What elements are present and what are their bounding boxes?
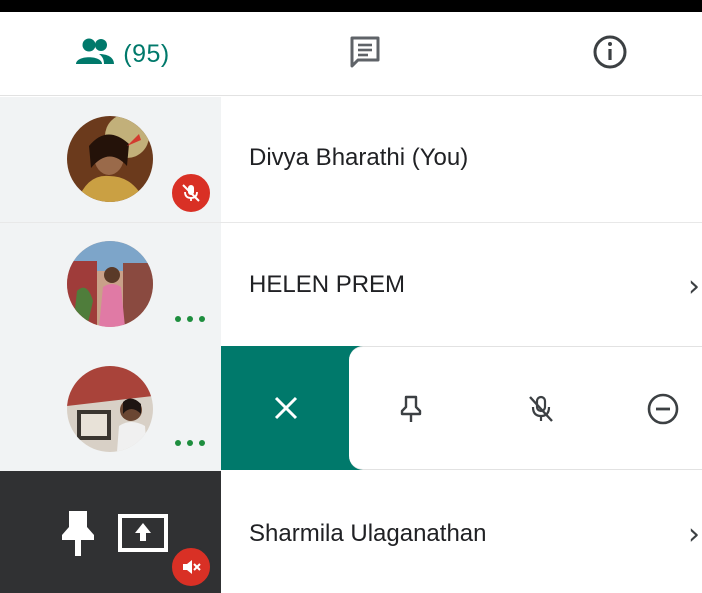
tab-people[interactable]: (95) [55, 12, 190, 96]
people-count: (95) [123, 39, 170, 68]
info-icon [592, 34, 628, 75]
participant-avatar-area [0, 97, 221, 222]
close-actions-button[interactable] [221, 346, 351, 470]
chat-icon [347, 34, 383, 75]
muted-badge [170, 172, 212, 214]
more-options-icon[interactable] [175, 316, 205, 322]
participant-avatar-area [0, 471, 221, 593]
presenting-icon [117, 513, 169, 558]
action-panel [349, 346, 702, 470]
avatar [67, 366, 153, 452]
pin-icon [58, 509, 98, 566]
mic-off-icon [182, 184, 200, 202]
participant-avatar-area [0, 346, 221, 471]
people-icon [75, 37, 115, 72]
participant-name: Divya Bharathi (You) [249, 144, 469, 171]
avatar [67, 116, 153, 202]
participant-avatar-area [0, 223, 221, 346]
pin-button[interactable] [387, 385, 435, 433]
participant-row[interactable]: Sharmila Ulaganathan › [0, 471, 702, 593]
mic-off-icon [529, 395, 553, 422]
participant-row[interactable]: Divya Bharathi (You) [0, 97, 702, 222]
mute-button[interactable] [517, 385, 565, 433]
participant-row[interactable] [0, 346, 702, 471]
participant-info: Sharmila Ulaganathan › [221, 471, 702, 593]
chevron-right-icon[interactable]: › [688, 517, 700, 552]
volume-off-icon [183, 560, 201, 574]
more-options-icon[interactable] [175, 440, 205, 446]
participant-info: Divya Bharathi (You) [221, 97, 702, 222]
tab-bar: (95) [0, 12, 702, 105]
status-bar [0, 0, 702, 12]
muted-badge [170, 546, 212, 588]
pin-icon [400, 395, 422, 422]
close-icon [274, 396, 298, 420]
avatar [67, 241, 153, 327]
participant-name: HELEN PREM [249, 271, 406, 298]
tab-chat[interactable] [320, 12, 410, 96]
remove-button[interactable] [639, 385, 687, 433]
participant-name: Sharmila Ulaganathan [249, 520, 487, 547]
tab-info[interactable] [570, 12, 650, 96]
participant-row[interactable]: HELEN PREM › [0, 222, 702, 346]
remove-icon [647, 393, 679, 425]
chevron-right-icon[interactable]: › [688, 269, 700, 304]
participant-info: HELEN PREM › [221, 223, 702, 346]
participant-action-bar [221, 346, 702, 470]
